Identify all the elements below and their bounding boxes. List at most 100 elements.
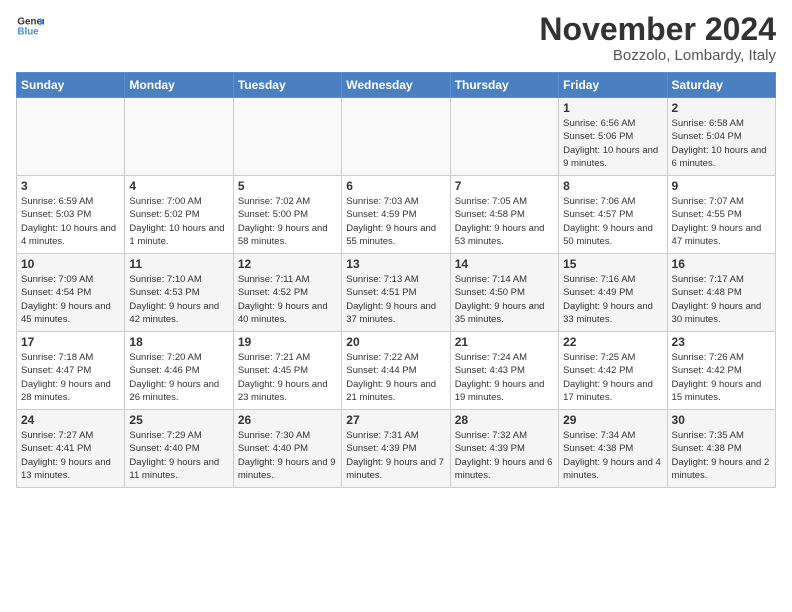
month-title: November 2024	[539, 12, 776, 47]
day-number: 16	[672, 257, 771, 271]
day-number: 24	[21, 413, 120, 427]
week-row-4: 17Sunrise: 7:18 AM Sunset: 4:47 PM Dayli…	[17, 332, 776, 410]
day-number: 11	[129, 257, 228, 271]
calendar-cell: 16 Sunrise: 7:17 AM Sunset: 4:48 PM Dayli…	[667, 254, 775, 332]
calendar-cell: 19 Sunrise: 7:21 AM Sunset: 4:45 PM Dayli…	[233, 332, 341, 410]
day-number: 27	[346, 413, 445, 427]
calendar-cell: 21 Sunrise: 7:24 AM Sunset: 4:43 PM Dayli…	[450, 332, 558, 410]
day-number: 18	[129, 335, 228, 349]
day-info: Sunrise: 7:29 AM Sunset: 4:40 PM Dayligh…	[129, 429, 228, 482]
col-friday: Friday	[559, 73, 667, 98]
day-info: Sunrise: 7:07 AM Sunset: 4:55 PM Dayligh…	[672, 195, 771, 248]
calendar-cell: 17Sunrise: 7:18 AM Sunset: 4:47 PM Dayli…	[17, 332, 125, 410]
calendar-cell: 2 Sunrise: 6:58 AM Sunset: 5:04 PM Daylig…	[667, 98, 775, 176]
calendar-cell: 29 Sunrise: 7:34 AM Sunset: 4:38 PM Dayli…	[559, 410, 667, 488]
page: General Blue November 2024 Bozzolo, Lomb…	[0, 0, 792, 500]
day-info: Sunrise: 7:35 AM Sunset: 4:38 PM Dayligh…	[672, 429, 771, 482]
calendar-cell: 8Sunrise: 7:06 AM Sunset: 4:57 PM Daylig…	[559, 176, 667, 254]
day-number: 2	[672, 101, 771, 115]
day-info: Sunrise: 7:05 AM Sunset: 4:58 PM Dayligh…	[455, 195, 554, 248]
header: General Blue November 2024 Bozzolo, Lomb…	[16, 12, 776, 64]
day-info: Sunrise: 7:32 AM Sunset: 4:39 PM Dayligh…	[455, 429, 554, 482]
calendar-cell: 3 Sunrise: 6:59 AM Sunset: 5:03 PM Daylig…	[17, 176, 125, 254]
calendar-cell: 15 Sunrise: 7:16 AM Sunset: 4:49 PM Dayli…	[559, 254, 667, 332]
day-info: Sunrise: 7:30 AM Sunset: 4:40 PM Dayligh…	[238, 429, 337, 482]
day-info: Sunrise: 7:13 AM Sunset: 4:51 PM Dayligh…	[346, 273, 445, 326]
day-number: 22	[563, 335, 662, 349]
calendar-cell: 10 Sunrise: 7:09 AM Sunset: 4:54 PM Dayli…	[17, 254, 125, 332]
day-info: Sunrise: 7:17 AM Sunset: 4:48 PM Dayligh…	[672, 273, 771, 326]
calendar-cell: 14 Sunrise: 7:14 AM Sunset: 4:50 PM Dayli…	[450, 254, 558, 332]
day-number: 7	[455, 179, 554, 193]
calendar-cell: 7 Sunrise: 7:05 AM Sunset: 4:58 PM Daylig…	[450, 176, 558, 254]
day-number: 19	[238, 335, 337, 349]
calendar-cell: 30 Sunrise: 7:35 AM Sunset: 4:38 PM Dayli…	[667, 410, 775, 488]
day-number: 3	[21, 179, 120, 193]
day-number: 14	[455, 257, 554, 271]
week-row-3: 10 Sunrise: 7:09 AM Sunset: 4:54 PM Dayli…	[17, 254, 776, 332]
calendar-cell: 23Sunrise: 7:26 AM Sunset: 4:42 PM Dayli…	[667, 332, 775, 410]
day-number: 20	[346, 335, 445, 349]
day-number: 29	[563, 413, 662, 427]
day-info: Sunrise: 7:03 AM Sunset: 4:59 PM Dayligh…	[346, 195, 445, 248]
week-row-1: 1 Sunrise: 6:56 AM Sunset: 5:06 PM Daylig…	[17, 98, 776, 176]
calendar-cell	[125, 98, 233, 176]
calendar-cell: 27 Sunrise: 7:31 AM Sunset: 4:39 PM Dayli…	[342, 410, 450, 488]
day-info: Sunrise: 7:21 AM Sunset: 4:45 PM Dayligh…	[238, 351, 337, 404]
day-number: 28	[455, 413, 554, 427]
col-tuesday: Tuesday	[233, 73, 341, 98]
day-info: Sunrise: 6:56 AM Sunset: 5:06 PM Dayligh…	[563, 117, 662, 170]
day-number: 1	[563, 101, 662, 115]
calendar-cell: 26Sunrise: 7:30 AM Sunset: 4:40 PM Dayli…	[233, 410, 341, 488]
day-info: Sunrise: 7:27 AM Sunset: 4:41 PM Dayligh…	[21, 429, 120, 482]
day-number: 10	[21, 257, 120, 271]
calendar-cell	[233, 98, 341, 176]
day-number: 23	[672, 335, 771, 349]
calendar-table: Sunday Monday Tuesday Wednesday Thursday…	[16, 72, 776, 488]
day-info: Sunrise: 6:58 AM Sunset: 5:04 PM Dayligh…	[672, 117, 771, 170]
day-info: Sunrise: 7:25 AM Sunset: 4:42 PM Dayligh…	[563, 351, 662, 404]
day-info: Sunrise: 7:16 AM Sunset: 4:49 PM Dayligh…	[563, 273, 662, 326]
day-info: Sunrise: 7:10 AM Sunset: 4:53 PM Dayligh…	[129, 273, 228, 326]
day-info: Sunrise: 6:59 AM Sunset: 5:03 PM Dayligh…	[21, 195, 120, 248]
day-number: 30	[672, 413, 771, 427]
day-number: 15	[563, 257, 662, 271]
calendar-cell: 9 Sunrise: 7:07 AM Sunset: 4:55 PM Daylig…	[667, 176, 775, 254]
calendar-cell	[450, 98, 558, 176]
calendar-cell: 25 Sunrise: 7:29 AM Sunset: 4:40 PM Dayli…	[125, 410, 233, 488]
day-number: 9	[672, 179, 771, 193]
calendar-cell	[17, 98, 125, 176]
day-number: 6	[346, 179, 445, 193]
day-number: 21	[455, 335, 554, 349]
calendar-cell: 13 Sunrise: 7:13 AM Sunset: 4:51 PM Dayli…	[342, 254, 450, 332]
week-row-2: 3 Sunrise: 6:59 AM Sunset: 5:03 PM Daylig…	[17, 176, 776, 254]
calendar-cell: 22 Sunrise: 7:25 AM Sunset: 4:42 PM Dayli…	[559, 332, 667, 410]
calendar-cell: 5 Sunrise: 7:02 AM Sunset: 5:00 PM Daylig…	[233, 176, 341, 254]
day-info: Sunrise: 7:02 AM Sunset: 5:00 PM Dayligh…	[238, 195, 337, 248]
day-info: Sunrise: 7:09 AM Sunset: 4:54 PM Dayligh…	[21, 273, 120, 326]
day-info: Sunrise: 7:20 AM Sunset: 4:46 PM Dayligh…	[129, 351, 228, 404]
day-number: 25	[129, 413, 228, 427]
calendar-cell: 12Sunrise: 7:11 AM Sunset: 4:52 PM Dayli…	[233, 254, 341, 332]
col-monday: Monday	[125, 73, 233, 98]
col-sunday: Sunday	[17, 73, 125, 98]
calendar-cell: 24 Sunrise: 7:27 AM Sunset: 4:41 PM Dayli…	[17, 410, 125, 488]
col-saturday: Saturday	[667, 73, 775, 98]
day-info: Sunrise: 7:14 AM Sunset: 4:50 PM Dayligh…	[455, 273, 554, 326]
day-number: 8	[563, 179, 662, 193]
day-info: Sunrise: 7:11 AM Sunset: 4:52 PM Dayligh…	[238, 273, 337, 326]
day-info: Sunrise: 7:31 AM Sunset: 4:39 PM Dayligh…	[346, 429, 445, 482]
calendar-cell: 6 Sunrise: 7:03 AM Sunset: 4:59 PM Daylig…	[342, 176, 450, 254]
calendar-cell: 20 Sunrise: 7:22 AM Sunset: 4:44 PM Dayli…	[342, 332, 450, 410]
col-thursday: Thursday	[450, 73, 558, 98]
calendar-cell: 11 Sunrise: 7:10 AM Sunset: 4:53 PM Dayli…	[125, 254, 233, 332]
calendar-cell: 18 Sunrise: 7:20 AM Sunset: 4:46 PM Dayli…	[125, 332, 233, 410]
day-number: 5	[238, 179, 337, 193]
day-info: Sunrise: 7:34 AM Sunset: 4:38 PM Dayligh…	[563, 429, 662, 482]
day-number: 17	[21, 335, 120, 349]
day-number: 13	[346, 257, 445, 271]
day-info: Sunrise: 7:24 AM Sunset: 4:43 PM Dayligh…	[455, 351, 554, 404]
calendar-cell: 4Sunrise: 7:00 AM Sunset: 5:02 PM Daylig…	[125, 176, 233, 254]
day-info: Sunrise: 7:22 AM Sunset: 4:44 PM Dayligh…	[346, 351, 445, 404]
calendar-cell: 1 Sunrise: 6:56 AM Sunset: 5:06 PM Daylig…	[559, 98, 667, 176]
